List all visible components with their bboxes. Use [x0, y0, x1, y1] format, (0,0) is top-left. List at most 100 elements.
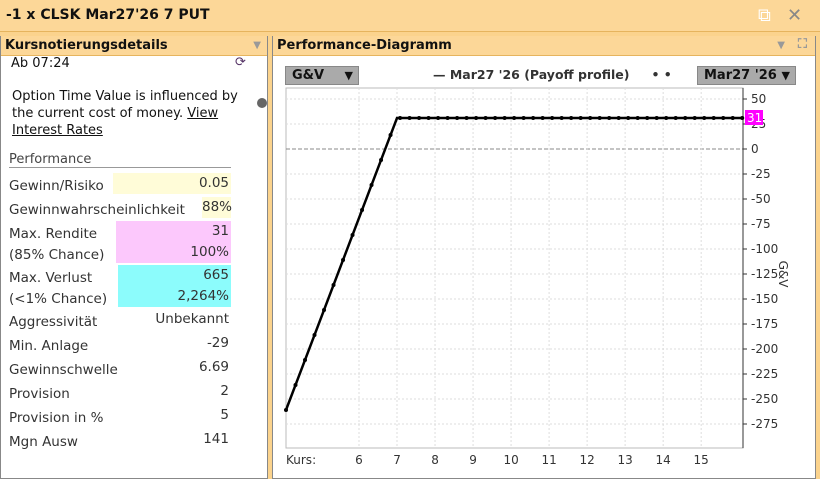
- payoff-point: [322, 308, 327, 312]
- payoff-chart: 50250-25-50-75-100-125-150-175-200-225-2…: [284, 87, 790, 467]
- payoff-point: [493, 116, 498, 120]
- collapse-icon[interactable]: ▼: [253, 40, 261, 51]
- x-tick-label: 12: [579, 453, 594, 467]
- performance-row: Gewinn/Risiko 0.05: [9, 173, 231, 197]
- payoff-point: [740, 116, 745, 120]
- performance-row: Aggressivität Unbekannt: [9, 309, 231, 333]
- payoff-point: [521, 116, 526, 120]
- performance-row: Provision 2: [9, 381, 231, 405]
- payoff-point: [711, 116, 716, 120]
- row-label: Aggressivität: [9, 314, 98, 330]
- y-tick-label: -275: [751, 417, 778, 431]
- payoff-point: [407, 116, 412, 120]
- maximize-icon[interactable]: ⛶: [798, 37, 807, 52]
- help-icon[interactable]: [257, 98, 267, 108]
- title-bar: -1 x CLSK Mar27'26 7 PUT ⧉ ✕: [0, 0, 820, 32]
- row-label: Mgn Ausw: [9, 434, 78, 450]
- performance-row: Min. Anlage -29: [9, 333, 231, 357]
- close-icon[interactable]: ✕: [787, 5, 802, 26]
- payoff-point: [635, 116, 640, 120]
- row-value: Unbekannt: [155, 311, 229, 327]
- payoff-point: [692, 116, 697, 120]
- y-tick-label: 50: [751, 92, 766, 106]
- payoff-point: [654, 116, 659, 120]
- payoff-point: [730, 116, 735, 120]
- y-tick-label: -150: [751, 292, 778, 306]
- payoff-point: [540, 116, 545, 120]
- popout-icon[interactable]: ⧉: [758, 5, 771, 26]
- x-tick-label: 11: [541, 453, 556, 467]
- panel-title: Kursnotierungsdetails: [5, 38, 168, 53]
- payoff-point: [417, 116, 422, 120]
- payoff-point: [350, 233, 355, 237]
- row-label: Provision: [9, 386, 70, 402]
- y-tick-label: -125: [751, 267, 778, 281]
- payoff-point: [683, 116, 688, 120]
- collapse-icon[interactable]: ▼: [777, 40, 785, 51]
- payoff-point: [702, 116, 707, 120]
- y-tick-label: -200: [751, 342, 778, 356]
- performance-row: Gewinnwahrscheinlichkeit 88%: [9, 197, 232, 221]
- payoff-point: [379, 158, 384, 162]
- y-tick-label: -175: [751, 317, 778, 331]
- row-value: 6.69: [198, 359, 229, 375]
- y-tick-label: -100: [751, 242, 778, 256]
- performance-chart-panel: Performance-Diagramm ▼ ⛶ G&V ▼ — Mar27 '26 …: [272, 36, 816, 479]
- payoff-point: [483, 116, 488, 120]
- payoff-point: [569, 116, 574, 120]
- performance-row: Max. Rendite (85% Chance) 31 100%: [9, 221, 231, 265]
- payoff-point: [559, 116, 564, 120]
- payoff-point: [550, 116, 555, 120]
- payoff-point: [398, 116, 403, 120]
- payoff-point: [445, 116, 450, 120]
- payoff-point: [597, 116, 602, 120]
- quote-details-panel: Kursnotierungsdetails ▼ Ab 07:24 ⟳ Option…: [0, 36, 268, 479]
- payoff-point: [578, 116, 583, 120]
- payoff-point: [284, 408, 288, 412]
- x-tick-label: 14: [656, 453, 671, 467]
- payoff-point: [436, 116, 441, 120]
- payoff-point: [426, 116, 431, 120]
- payoff-point: [588, 116, 593, 120]
- x-tick-label: 13: [617, 453, 632, 467]
- row-value: 665 2,264%: [118, 265, 231, 307]
- panel-header: Performance-Diagramm ▼ ⛶: [273, 36, 815, 56]
- row-value: 0.05: [113, 173, 231, 194]
- payoff-point: [464, 116, 469, 120]
- row-label: Provision in %: [9, 410, 104, 426]
- y-tick-label: -25: [751, 167, 771, 181]
- x-tick-label: 15: [694, 453, 709, 467]
- payoff-point: [512, 116, 517, 120]
- performance-row: Mgn Ausw 141: [9, 429, 231, 453]
- payoff-point: [455, 116, 460, 120]
- payoff-point: [664, 116, 669, 120]
- payoff-point: [645, 116, 650, 120]
- payoff-point: [474, 116, 479, 120]
- row-value: 141: [203, 431, 229, 447]
- payoff-point: [531, 116, 536, 120]
- row-value: 5: [220, 407, 229, 423]
- value-marker-label: 31: [747, 111, 762, 125]
- payoff-point: [673, 116, 678, 120]
- row-label: Min. Anlage: [9, 338, 89, 354]
- payoff-point: [388, 133, 393, 137]
- row-label: Gewinnwahrscheinlichkeit: [9, 202, 185, 218]
- row-label: Gewinnschwelle: [9, 362, 118, 378]
- row-value: -29: [206, 335, 229, 351]
- panel-header: Kursnotierungsdetails ▼: [1, 36, 267, 56]
- y-axis-label: G&V: [776, 261, 790, 289]
- payoff-point: [312, 333, 317, 337]
- payoff-point: [369, 183, 374, 187]
- x-tick-label: 8: [431, 453, 439, 467]
- payoff-point: [341, 258, 346, 262]
- payoff-point: [331, 283, 336, 287]
- row-value: 88%: [202, 197, 232, 218]
- payoff-point: [607, 116, 612, 120]
- y-tick-label: -225: [751, 367, 778, 381]
- refresh-icon[interactable]: ⟳: [235, 55, 246, 70]
- payoff-point: [616, 116, 621, 120]
- window-title: -1 x CLSK Mar27'26 7 PUT: [6, 7, 210, 23]
- y-tick-label: -75: [751, 217, 771, 231]
- quote-time: Ab 07:24: [11, 56, 70, 71]
- x-tick-label: 10: [503, 453, 518, 467]
